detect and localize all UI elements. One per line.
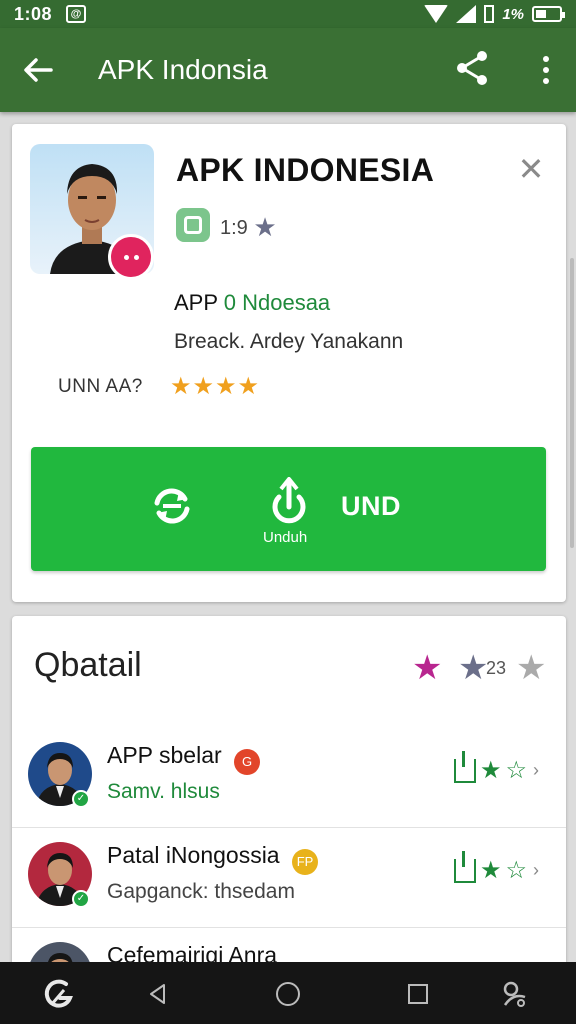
star-grey-icon[interactable]: ★ <box>458 648 488 688</box>
star-filled-icon[interactable]: ★ <box>480 856 502 885</box>
list-item-title: Patal iNongossia <box>107 842 280 868</box>
list-item-badge: FP <box>292 849 318 875</box>
app-bar: APK Indonsia <box>0 28 576 112</box>
install-label: UND <box>341 491 401 521</box>
star-icon: ★ <box>253 212 277 242</box>
star-magenta-icon[interactable]: ★ <box>412 648 442 688</box>
nav-recents-icon[interactable] <box>402 978 434 1010</box>
app-title: APK INDONESIA <box>176 152 435 188</box>
share-icon[interactable] <box>452 48 500 92</box>
meta-label: UNN AA? <box>58 376 143 397</box>
nav-back-icon[interactable] <box>142 978 174 1010</box>
nav-extra-icon[interactable] <box>498 978 530 1010</box>
close-icon[interactable]: ✕ <box>516 153 546 185</box>
star-filled-icon[interactable]: ★ <box>480 756 502 785</box>
share-small-icon[interactable] <box>454 750 476 783</box>
app-badge-icon <box>108 234 154 280</box>
status-time: 1:08 <box>14 3 53 24</box>
battery-icon <box>532 6 565 22</box>
list-item-badge: G <box>234 749 261 775</box>
app-rating: 1:9 ★ <box>220 212 277 243</box>
detail-rating-text: 23 <box>486 658 507 678</box>
list-item-title: APP sbelar <box>107 742 222 768</box>
sync-icon <box>154 488 190 524</box>
developer-name[interactable]: Breack. Ardey Yanakann <box>174 330 403 354</box>
signal-icon <box>456 5 477 23</box>
app-subtitle-prefix: APP <box>174 290 218 315</box>
download-icon <box>272 477 306 524</box>
notification-icon: @ <box>66 5 87 23</box>
star-rating: ★★★★ <box>170 373 261 400</box>
category-icon <box>176 208 210 242</box>
share-small-icon[interactable] <box>454 850 476 883</box>
chevron-right-icon[interactable]: › <box>533 860 539 881</box>
navigation-bar <box>0 962 576 1024</box>
scrollbar[interactable] <box>570 258 574 548</box>
list-item[interactable]: ✓ Patal iNongossia FP Gapganck: thsedam … <box>12 828 566 928</box>
list-item[interactable]: ✓ APP sbelar G Samv. hlsus ★ ☆ › <box>12 728 566 828</box>
list-item-actions: ★ ☆ › <box>454 750 539 785</box>
status-bar: 1:08 @ 1% <box>0 0 576 28</box>
back-arrow-icon[interactable] <box>0 28 76 112</box>
app-subtitle: APP 0 Ndoesaa <box>174 290 330 316</box>
install-button[interactable]: Unduh UND <box>31 447 546 571</box>
more-options-icon[interactable] <box>526 48 566 92</box>
star-outline-icon[interactable]: ☆ <box>506 856 528 885</box>
battery-percent: 1% <box>502 5 524 23</box>
install-sub-label: Unduh <box>263 529 308 546</box>
star-outline-icon[interactable]: ☆ <box>506 756 528 785</box>
chevron-right-icon[interactable]: › <box>533 760 539 781</box>
rating-value: 1:9 <box>220 217 248 239</box>
wifi-icon <box>424 5 449 23</box>
star-light-icon[interactable]: ★ <box>516 648 546 688</box>
list-item-subtitle: Gapganck: thsedam <box>107 880 295 903</box>
verified-check-icon: ✓ <box>72 790 90 808</box>
assistant-logo-icon[interactable] <box>42 978 74 1010</box>
detail-title: Qbatail <box>34 646 142 684</box>
app-subtitle-name[interactable]: 0 Ndoesaa <box>224 290 330 315</box>
detail-card: Qbatail ★ ★ 23 ★ ✓ APP sbelar G Samv. hl… <box>12 616 566 976</box>
verified-check-icon: ✓ <box>72 890 90 908</box>
app-info-card: APK INDONESIA ✕ 1:9 ★ APP 0 Ndoesaa Brea… <box>12 124 566 602</box>
nav-home-icon[interactable] <box>272 978 304 1010</box>
app-bar-title: APK Indonsia <box>98 54 268 85</box>
list-item-name: Patal iNongossia FP <box>107 842 318 875</box>
sim-icon <box>484 5 495 23</box>
list-item-subtitle: Samv. hlsus <box>107 780 220 803</box>
list-item-name: APP sbelar G <box>107 742 261 775</box>
list-item-actions: ★ ☆ › <box>454 850 539 885</box>
